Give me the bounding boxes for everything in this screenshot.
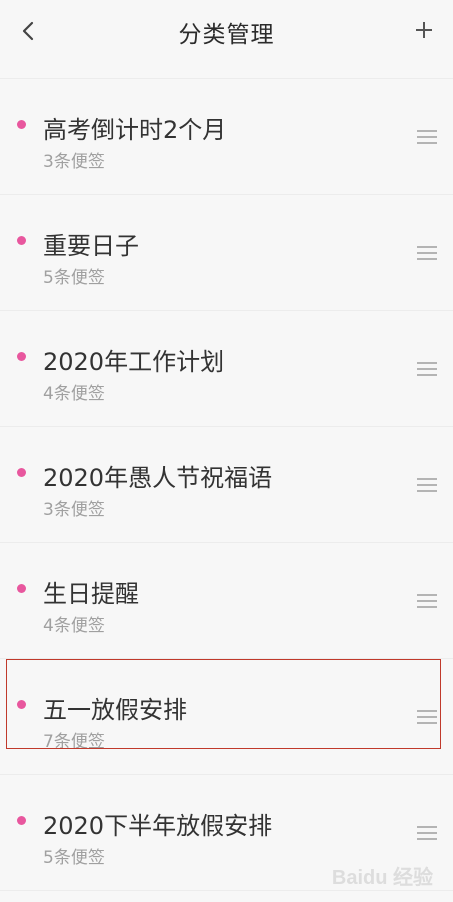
watermark: Baidu 经验 (331, 867, 433, 889)
category-name: 五一放假安排 (43, 696, 187, 724)
drag-handle-icon[interactable] (417, 246, 437, 260)
category-dot-icon (17, 816, 26, 825)
category-item[interactable]: 2020年愚人节祝福语 3条便签 (0, 427, 453, 543)
category-dot-icon (17, 468, 26, 477)
category-dot-icon (17, 236, 26, 245)
category-item-selected[interactable]: 五一放假安排 7条便签 (0, 659, 453, 775)
drag-handle-icon[interactable] (417, 594, 437, 608)
drag-handle-icon[interactable] (417, 478, 437, 492)
category-count: 5条便签 (43, 848, 105, 868)
add-category-button[interactable] (407, 13, 441, 47)
category-dot-icon (17, 584, 26, 593)
category-dot-icon (17, 120, 26, 129)
category-count: 3条便签 (43, 500, 105, 520)
category-list: 高考倒计时2个月 3条便签 重要日子 5条便签 2020年工作计划 4条便签 2… (0, 79, 453, 891)
category-count: 4条便签 (43, 616, 105, 636)
drag-handle-icon[interactable] (417, 362, 437, 376)
category-name: 2020年工作计划 (43, 348, 225, 376)
drag-handle-icon[interactable] (417, 826, 437, 840)
category-name: 重要日子 (43, 232, 139, 260)
category-count: 7条便签 (43, 732, 105, 752)
header-bar: 分类管理 (0, 0, 453, 62)
page-title: 分类管理 (178, 22, 275, 48)
category-count: 4条便签 (43, 384, 105, 404)
category-item[interactable]: 生日提醒 4条便签 (0, 543, 453, 659)
drag-handle-icon[interactable] (417, 710, 437, 724)
category-name: 高考倒计时2个月 (43, 116, 227, 144)
category-dot-icon (17, 700, 26, 709)
category-item[interactable]: 高考倒计时2个月 3条便签 (0, 79, 453, 195)
category-dot-icon (17, 352, 26, 361)
drag-handle-icon[interactable] (417, 130, 437, 144)
category-item[interactable]: 重要日子 5条便签 (0, 195, 453, 311)
category-item[interactable]: 2020年工作计划 4条便签 (0, 311, 453, 427)
category-name: 2020下半年放假安排 (43, 812, 273, 840)
category-name: 生日提醒 (43, 580, 139, 608)
category-count: 3条便签 (43, 152, 105, 172)
category-name: 2020年愚人节祝福语 (43, 464, 273, 492)
category-count: 5条便签 (43, 268, 105, 288)
plus-icon (416, 22, 432, 38)
